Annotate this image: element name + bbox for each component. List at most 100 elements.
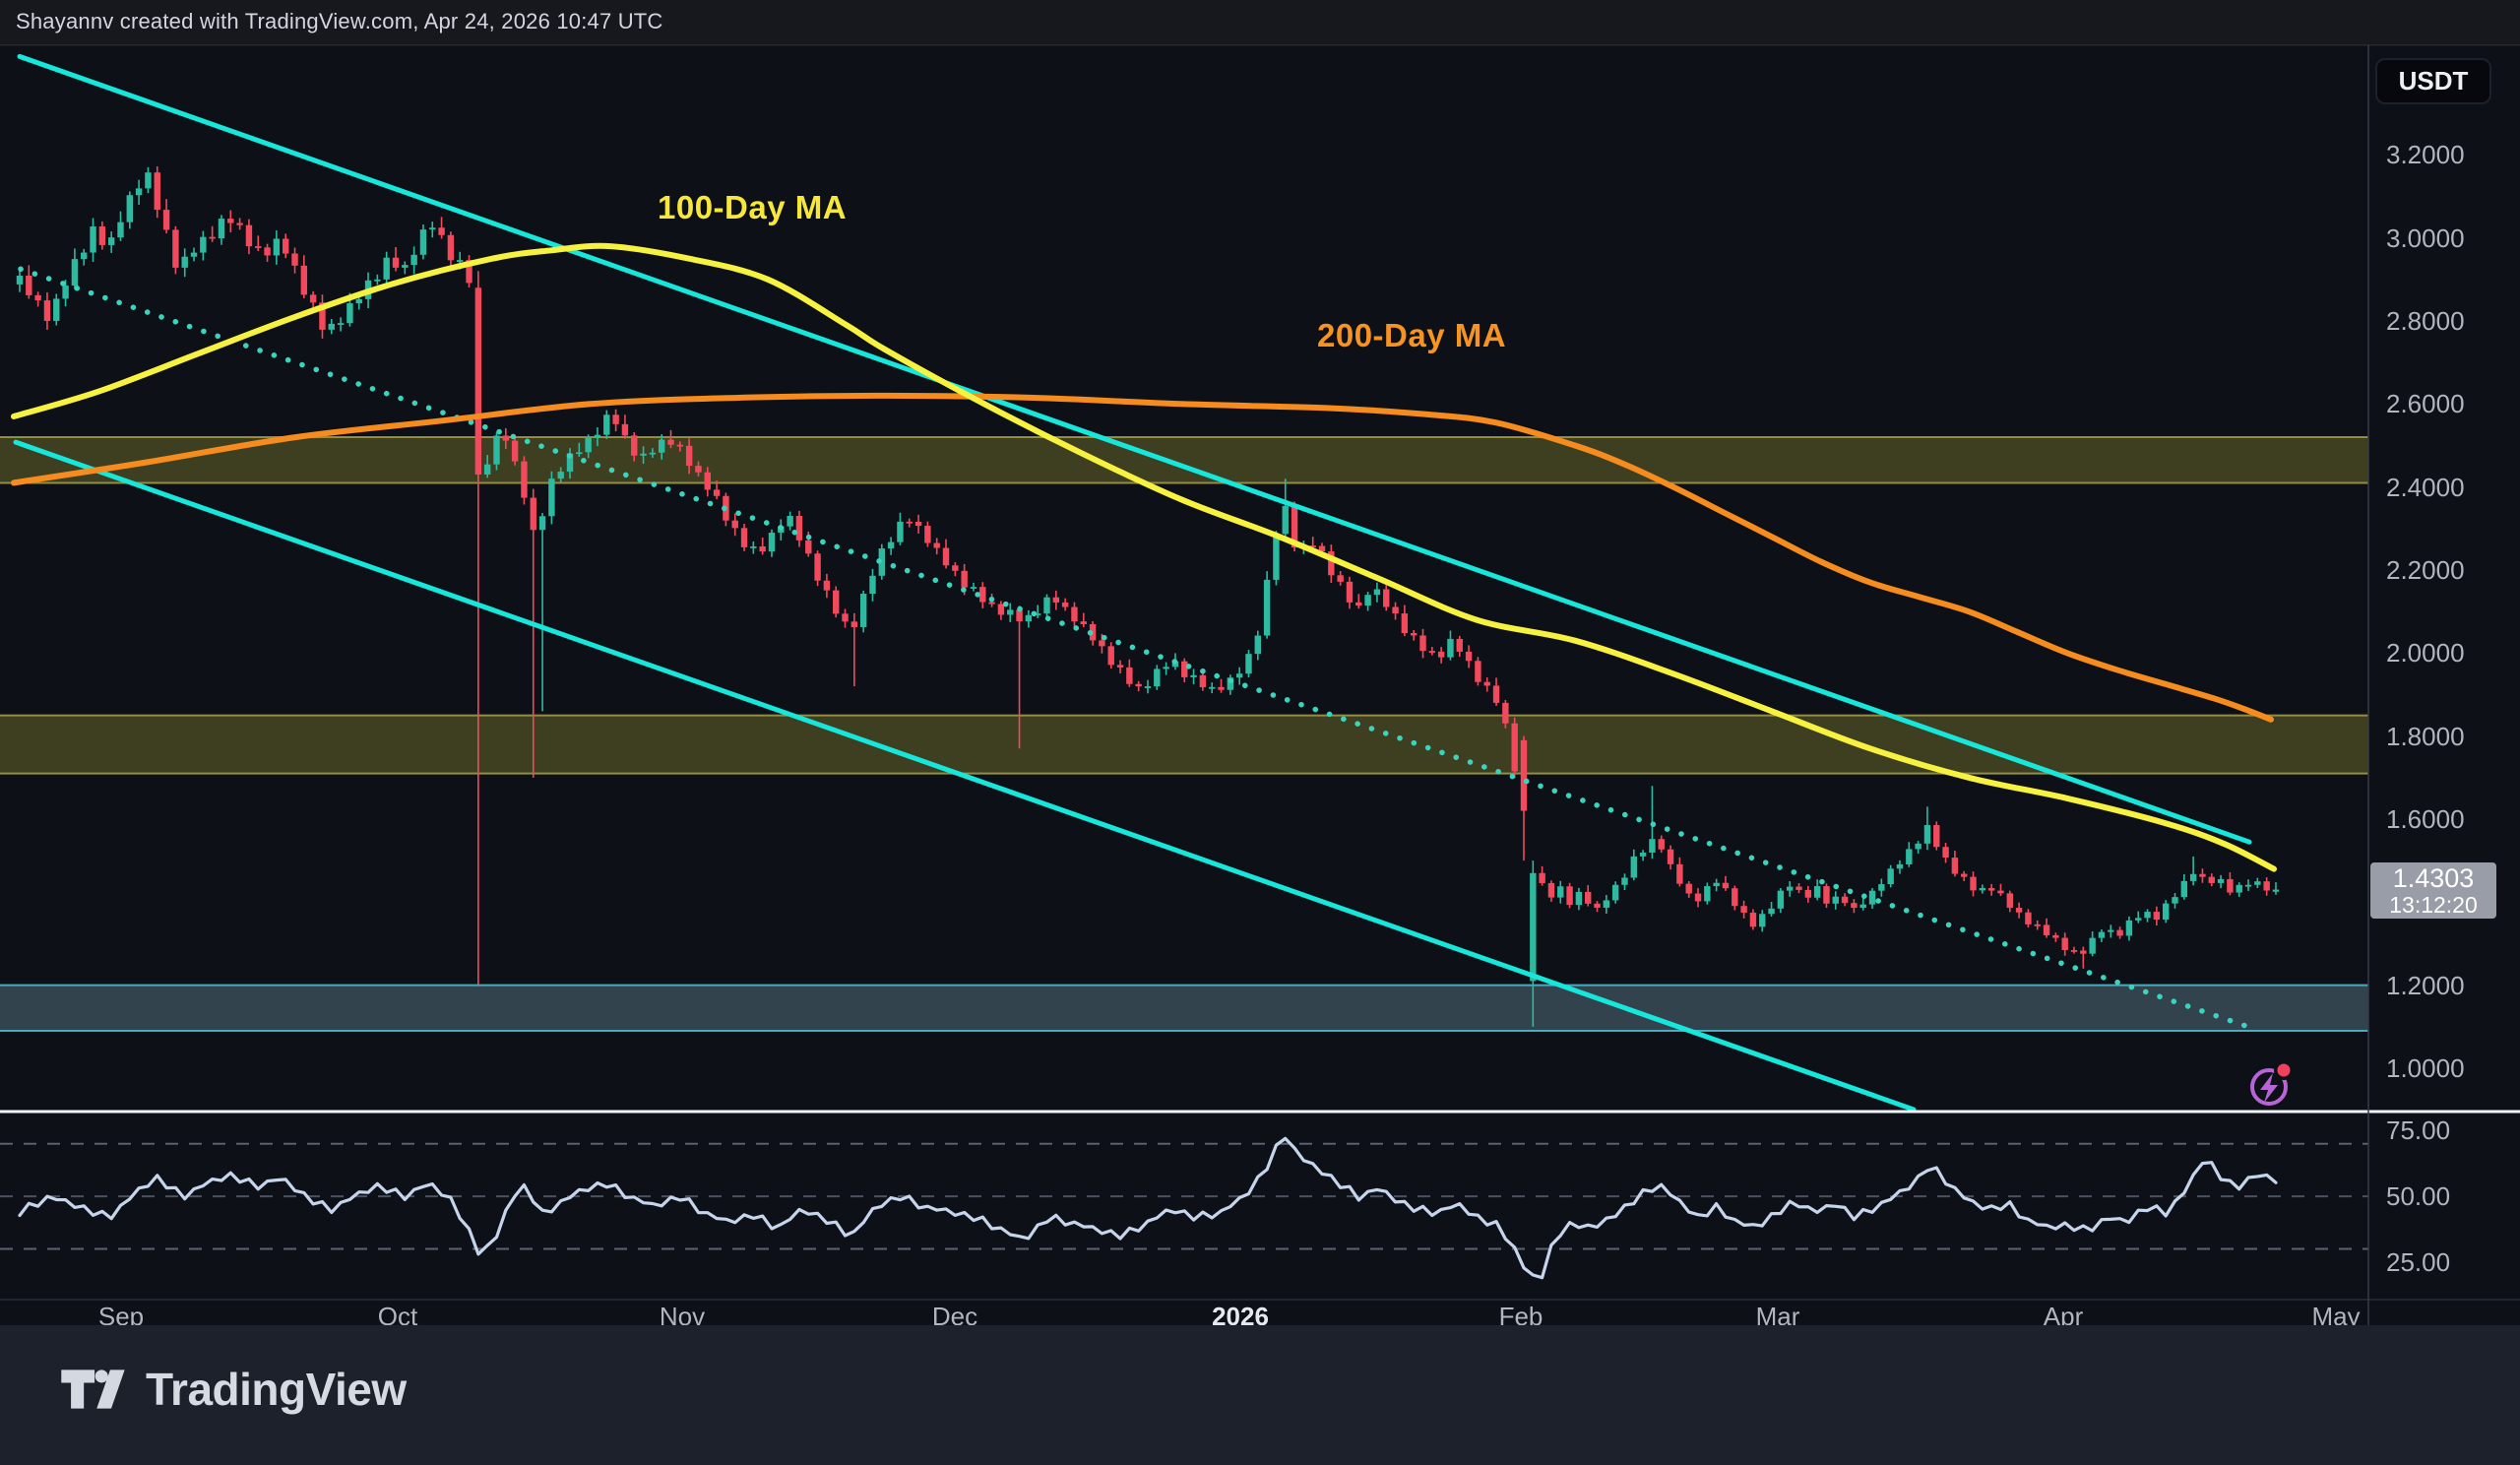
candle <box>1594 904 1600 908</box>
candle <box>172 229 178 267</box>
candle <box>1631 857 1637 878</box>
candle <box>1218 687 1224 690</box>
candle <box>1704 886 1710 901</box>
candle <box>576 452 582 454</box>
candle <box>998 605 1004 615</box>
candle <box>1383 590 1389 607</box>
candle <box>548 478 554 516</box>
candle <box>705 473 711 490</box>
candle <box>1823 886 1829 904</box>
candle <box>1640 853 1646 857</box>
tradingview-logo-icon <box>59 1366 128 1413</box>
candle <box>1759 914 1765 926</box>
candle <box>1659 839 1665 850</box>
candle <box>1952 858 1958 873</box>
candle <box>438 227 444 235</box>
candle <box>531 498 536 531</box>
candle <box>1200 675 1206 687</box>
candle <box>1392 607 1398 614</box>
candle <box>53 298 59 321</box>
candle <box>1576 892 1582 905</box>
candle <box>2052 935 2058 938</box>
chart-canvas[interactable] <box>0 0 2520 1465</box>
candle <box>329 324 335 330</box>
candle <box>640 454 646 456</box>
candle <box>1484 682 1490 686</box>
tradingview-logo[interactable]: TradingView <box>59 1363 407 1416</box>
candle <box>1557 886 1563 897</box>
candle <box>1851 903 1857 908</box>
candle <box>410 255 416 265</box>
candle <box>163 210 169 229</box>
candle <box>2025 913 2031 924</box>
candle <box>1860 905 1866 908</box>
candle <box>1668 850 1673 864</box>
candle <box>1457 639 1463 652</box>
candle <box>1980 888 1985 890</box>
candle <box>1649 839 1655 853</box>
candle <box>1007 609 1013 614</box>
candle <box>182 257 188 268</box>
candle <box>227 219 233 223</box>
candle <box>833 591 839 614</box>
candle <box>659 440 664 453</box>
candle <box>2199 874 2205 877</box>
candle <box>493 435 499 464</box>
flash-icon-bolt <box>2260 1073 2278 1103</box>
candle <box>1833 897 1839 904</box>
candle <box>2144 912 2150 918</box>
candle <box>2071 950 2077 952</box>
candle <box>2135 918 2141 921</box>
candle <box>1099 640 1104 646</box>
candle <box>612 414 618 424</box>
candle <box>72 259 78 286</box>
candle <box>1897 864 1903 868</box>
candle <box>1778 891 1784 909</box>
trendline-midline-dotted[interactable] <box>21 269 2254 1029</box>
candle <box>34 295 40 300</box>
candle <box>750 546 756 548</box>
candle <box>1402 613 1408 633</box>
flash-icon-dot <box>2278 1064 2291 1077</box>
candle <box>1621 877 1627 884</box>
candle <box>622 424 628 435</box>
pane-separator[interactable] <box>0 1111 2520 1114</box>
candle <box>246 225 252 246</box>
candle <box>1026 615 1032 621</box>
candle <box>1539 873 1544 883</box>
candle <box>1429 651 1435 653</box>
candle <box>1255 636 1261 655</box>
candle <box>924 526 930 542</box>
candle <box>127 195 133 222</box>
candle <box>860 594 866 627</box>
time-axis[interactable] <box>0 1300 2368 1325</box>
candle <box>1081 621 1087 624</box>
candle <box>934 543 940 548</box>
candle <box>1493 685 1499 702</box>
candle <box>1438 652 1444 658</box>
candle <box>310 294 316 302</box>
candle <box>1411 633 1417 635</box>
ma100-label: 100-Day MA <box>658 189 847 226</box>
candle <box>1126 668 1132 684</box>
candle <box>2089 938 2095 954</box>
candle <box>1145 686 1151 688</box>
candle <box>897 522 903 542</box>
candle <box>1135 684 1141 686</box>
price-axis[interactable] <box>2368 45 2520 1300</box>
candle <box>1355 603 1361 605</box>
candle <box>677 445 683 447</box>
candle <box>1768 909 1774 914</box>
candle <box>1750 913 1756 926</box>
candle <box>1475 661 1480 681</box>
candle <box>915 522 921 526</box>
candle <box>1685 884 1691 894</box>
candle <box>26 276 32 295</box>
candle <box>595 435 600 438</box>
candle <box>714 489 720 495</box>
candle <box>283 238 288 253</box>
candle <box>842 613 848 621</box>
candle <box>346 303 352 323</box>
candle <box>1043 598 1049 613</box>
candle <box>686 446 692 466</box>
